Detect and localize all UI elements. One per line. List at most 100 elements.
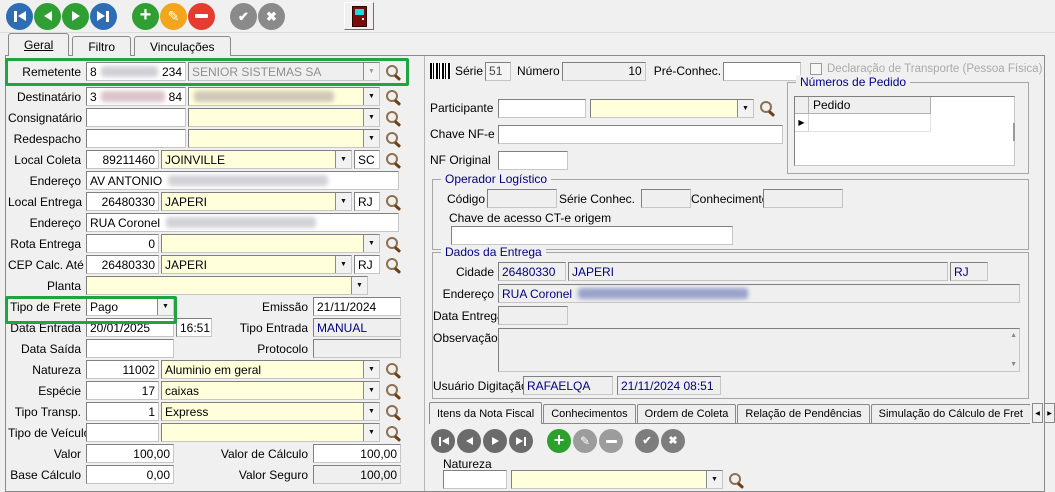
redespacho-combo[interactable] — [188, 129, 380, 148]
observacao-field[interactable] — [498, 328, 1020, 372]
local-entrega-cep-field[interactable]: 26480330 — [86, 192, 159, 211]
cancel-button[interactable] — [258, 3, 285, 30]
local-coleta-combo[interactable]: JOINVILLE — [161, 150, 352, 169]
natureza-combo[interactable]: Aluminio em geral — [161, 360, 380, 379]
destinatario-code-field[interactable]: 3 84 — [86, 87, 186, 106]
consignatario-search-icon[interactable] — [385, 110, 401, 126]
natureza-search-icon[interactable] — [385, 362, 401, 378]
tipo-transp-combo[interactable]: Express — [161, 402, 380, 421]
redespacho-search-icon[interactable] — [385, 131, 401, 147]
participante-code-field[interactable] — [498, 99, 586, 118]
valor-field[interactable]: 100,00 — [86, 444, 174, 463]
pre-conhec-field[interactable] — [723, 62, 801, 81]
tab-conhecimentos[interactable]: Conhecimentos — [543, 404, 635, 423]
dropdown-icon — [363, 63, 379, 80]
detail-natureza-code-field[interactable] — [443, 470, 507, 489]
destinatario-combo[interactable] — [188, 87, 380, 106]
detail-add-button[interactable] — [547, 429, 571, 453]
last-record-button[interactable] — [90, 3, 117, 30]
tipo-frete-combo[interactable]: Pago — [86, 297, 174, 316]
tab-filtro[interactable]: Filtro — [72, 36, 131, 56]
cep-calc-cep-field[interactable]: 26480330 — [86, 255, 159, 274]
pedido-scrollbar-thumb[interactable] — [1013, 123, 1015, 141]
remetente-search-icon[interactable] — [385, 64, 401, 80]
valor-calculo-field[interactable]: 100,00 — [313, 444, 401, 463]
planta-combo[interactable] — [86, 276, 368, 295]
chave-nfe-field[interactable] — [498, 125, 783, 144]
consignatario-code-field[interactable] — [86, 108, 186, 127]
endereco-coleta-field[interactable]: AV ANTONIO — [86, 171, 399, 190]
especie-code-field[interactable]: 17 — [86, 381, 159, 400]
add-button[interactable] — [132, 3, 159, 30]
rota-entrega-search-icon[interactable] — [385, 236, 401, 252]
remetente-code-field[interactable]: 8 234 — [86, 62, 186, 81]
especie-search-icon[interactable] — [385, 383, 401, 399]
pedido-cell[interactable] — [809, 114, 931, 132]
detail-cancel-button[interactable] — [661, 429, 685, 453]
previous-record-button[interactable] — [34, 3, 61, 30]
local-coleta-search-icon[interactable] — [385, 152, 401, 168]
detail-previous-record-button[interactable] — [457, 429, 481, 453]
participante-search-icon[interactable] — [759, 100, 775, 116]
detail-next-record-button[interactable] — [483, 429, 507, 453]
chave-cte-field[interactable] — [451, 226, 733, 245]
tipo-transp-search-icon[interactable] — [385, 404, 401, 420]
detail-edit-button[interactable] — [573, 429, 597, 453]
cep-calc-uf-field[interactable]: RJ — [354, 255, 380, 274]
local-entrega-uf-field[interactable]: RJ — [354, 192, 380, 211]
detail-confirm-button[interactable] — [635, 429, 659, 453]
exit-button[interactable] — [344, 2, 374, 30]
confirm-button[interactable] — [230, 3, 257, 30]
endereco-entrega-field[interactable]: RUA Coronel — [86, 213, 399, 232]
local-entrega-search-icon[interactable] — [385, 194, 401, 210]
first-record-button[interactable] — [6, 3, 33, 30]
protocolo-field — [313, 339, 401, 358]
tipo-veiculo-combo[interactable] — [161, 423, 380, 442]
tab-vinculacoes[interactable]: Vinculações — [134, 36, 231, 56]
consignatario-combo[interactable] — [188, 108, 380, 127]
detail-first-record-button[interactable] — [431, 429, 455, 453]
tab-itens-nota-fiscal[interactable]: Itens da Nota Fiscal — [429, 402, 542, 424]
especie-combo[interactable]: caixas — [161, 381, 380, 400]
remetente-combo[interactable]: SENIOR SISTEMAS SA — [188, 62, 380, 81]
base-calculo-field[interactable]: 0,00 — [86, 465, 174, 484]
local-entrega-combo[interactable]: JAPERI — [161, 192, 352, 211]
local-coleta-cep-field[interactable]: 89211460 — [86, 150, 159, 169]
scroll-down-icon[interactable] — [1010, 361, 1017, 368]
tipo-transp-code-field[interactable]: 1 — [86, 402, 159, 421]
tab-simulacao-calculo-frete[interactable]: Simulação do Cálculo de Fret — [871, 404, 1030, 423]
tab-scroll-right-button[interactable] — [1044, 403, 1055, 423]
tipo-veiculo-code-field[interactable] — [86, 423, 159, 442]
delete-button[interactable] — [188, 3, 215, 30]
detail-natureza-search-icon[interactable] — [728, 472, 744, 488]
detail-last-record-button[interactable] — [509, 429, 533, 453]
destinatario-search-icon[interactable] — [385, 89, 401, 105]
natureza-code-field[interactable]: 11002 — [86, 360, 159, 379]
row-endereco-dados: Endereço RUA Coronel — [433, 284, 1028, 303]
tipo-veiculo-search-icon[interactable] — [385, 425, 401, 441]
data-saida-field[interactable] — [86, 339, 174, 358]
data-entrada-date-field[interactable]: 20/01/2025 — [86, 318, 174, 337]
local-entrega-label: Local Entrega — [8, 195, 86, 209]
participante-combo[interactable] — [590, 99, 754, 118]
next-record-button[interactable] — [62, 3, 89, 30]
tab-scroll-left-button[interactable] — [1032, 403, 1043, 423]
nf-original-field[interactable] — [498, 151, 568, 170]
edit-button[interactable] — [160, 3, 187, 30]
detail-natureza-combo[interactable] — [511, 470, 723, 489]
cep-calc-search-icon[interactable] — [385, 257, 401, 273]
pedido-row[interactable] — [795, 114, 1014, 132]
tab-geral[interactable]: Geral — [8, 33, 69, 56]
local-coleta-uf-field[interactable]: SC — [354, 150, 380, 169]
detail-delete-button[interactable] — [599, 429, 623, 453]
data-entrada-time-field[interactable]: 16:51 — [176, 318, 212, 337]
emissao-field[interactable]: 21/11/2024 — [313, 297, 401, 316]
rota-entrega-code-field[interactable]: 0 — [86, 234, 159, 253]
cep-calc-combo[interactable]: JAPERI — [161, 255, 352, 274]
declaracao-checkbox[interactable] — [810, 63, 822, 75]
redespacho-code-field[interactable] — [86, 129, 186, 148]
tab-ordem-coleta[interactable]: Ordem de Coleta — [637, 404, 737, 423]
rota-entrega-combo[interactable] — [161, 234, 380, 253]
tab-relacao-pendencias[interactable]: Relação de Pendências — [737, 404, 869, 423]
scroll-up-icon[interactable] — [1010, 332, 1017, 339]
